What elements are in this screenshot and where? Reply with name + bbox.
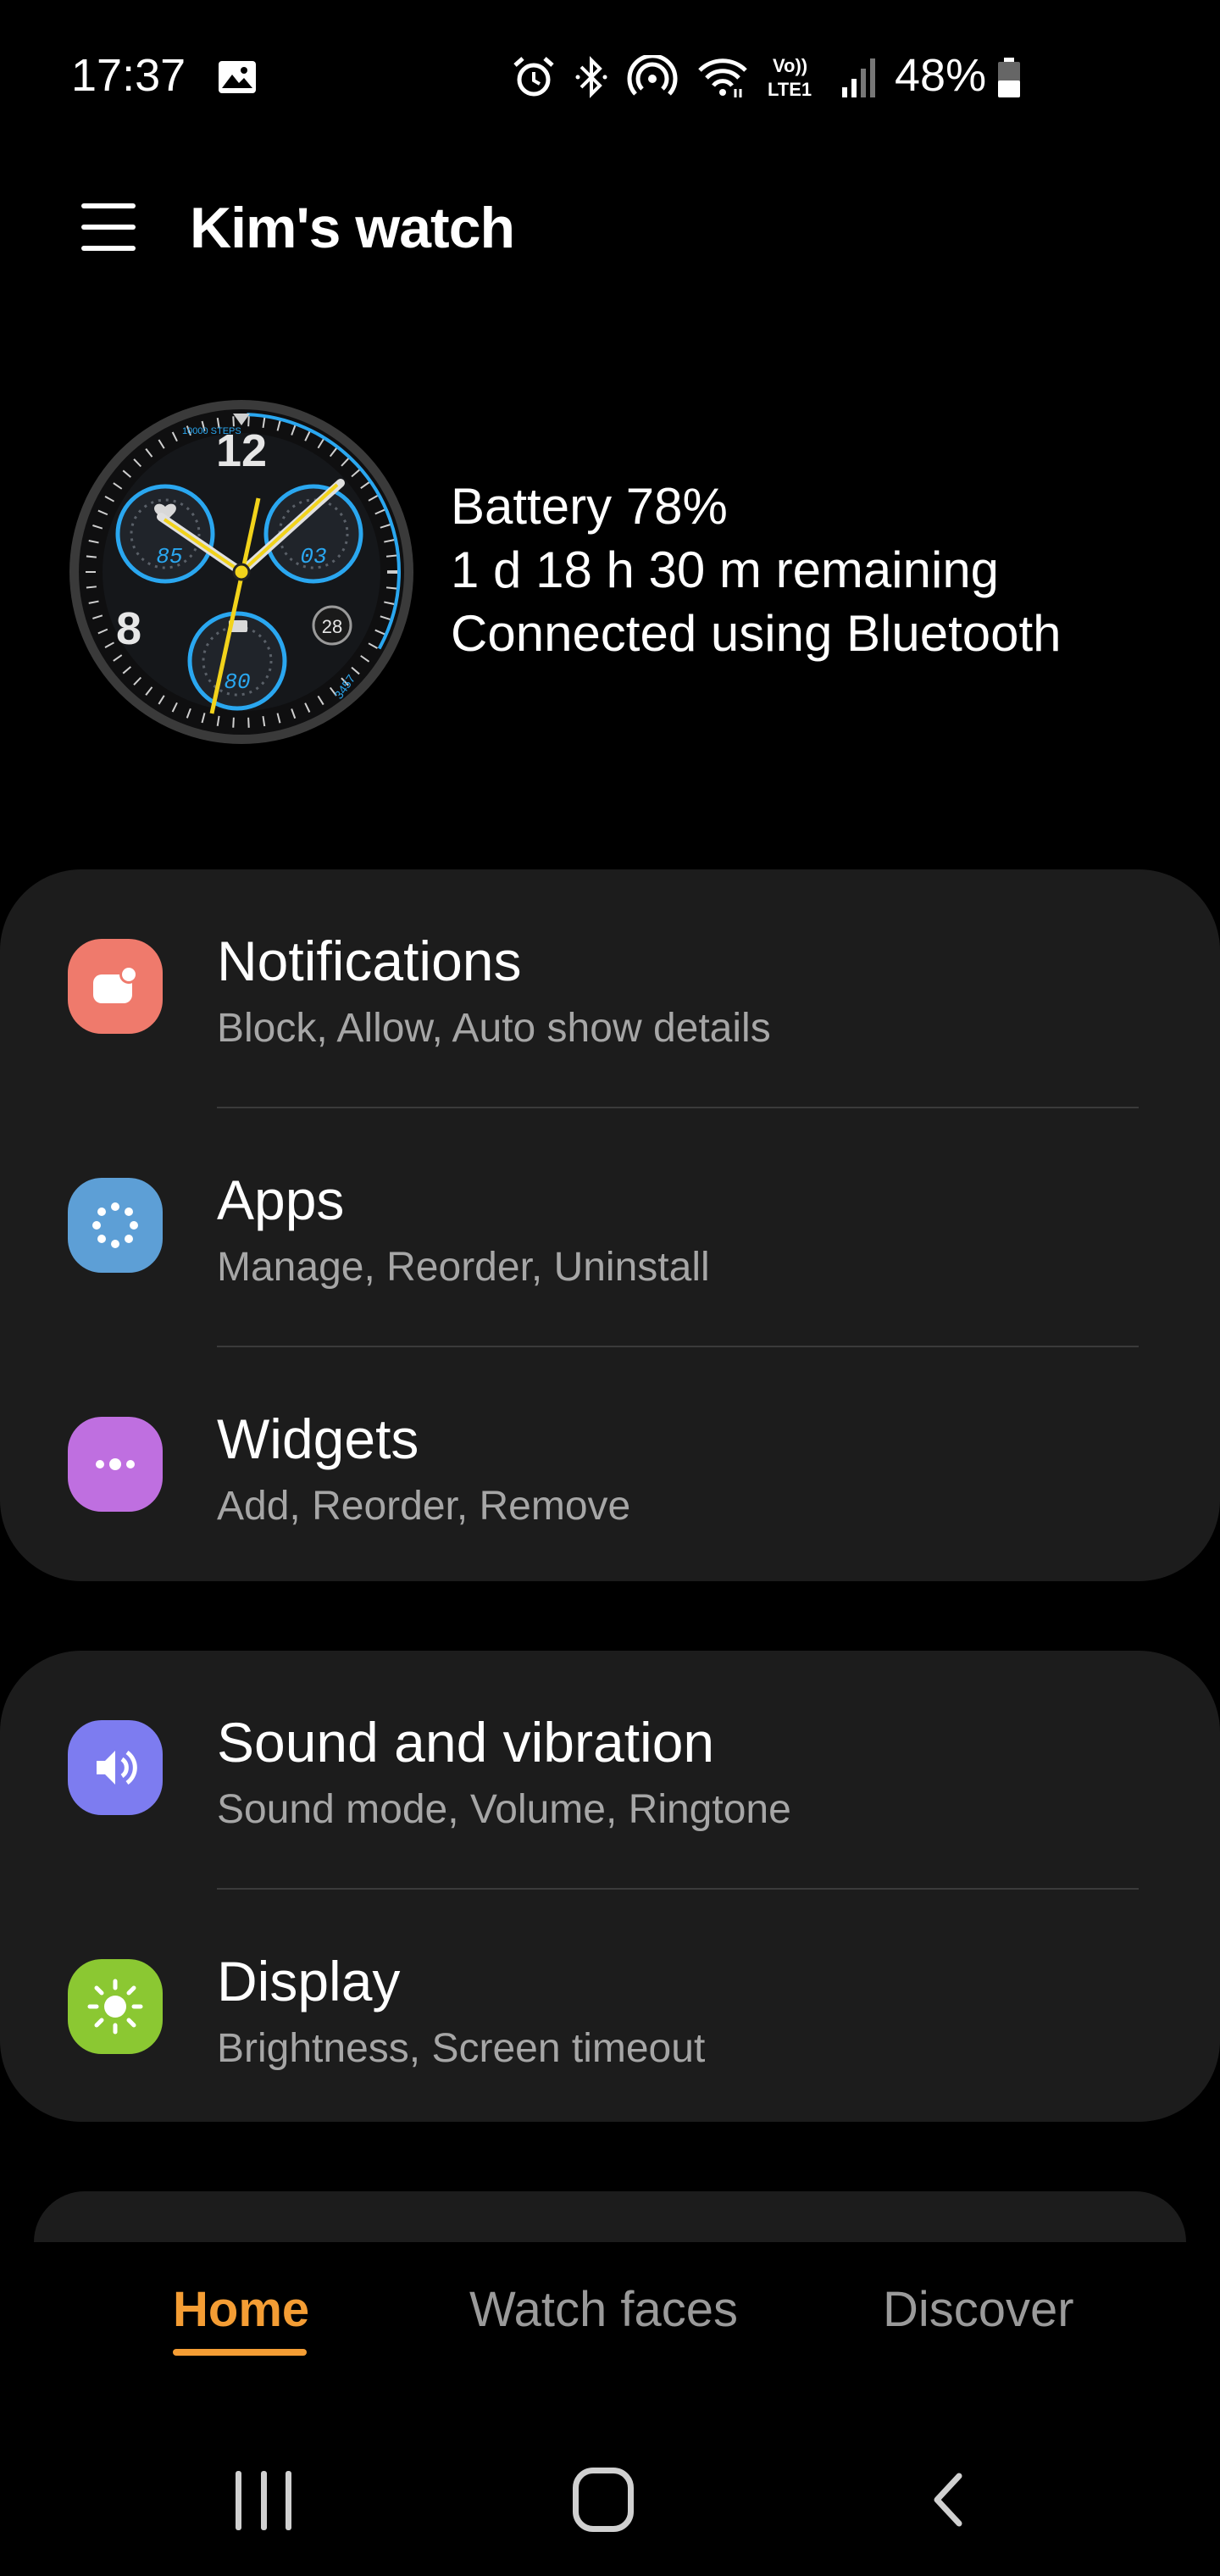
- notifications-title: Notifications: [217, 930, 522, 992]
- hamburger-menu-icon[interactable]: [76, 195, 141, 259]
- page-title: Kim's watch: [190, 196, 515, 260]
- apps-icon: [68, 1178, 163, 1273]
- sound-row[interactable]: Sound and vibration Sound mode, Volume, …: [0, 1651, 1220, 1890]
- display-icon: [68, 1959, 163, 2054]
- battery-icon: [998, 58, 1020, 97]
- battery-percent: 48%: [895, 50, 987, 101]
- wifi-icon: [698, 58, 747, 97]
- sound-icon: [68, 1720, 163, 1815]
- tab-discover[interactable]: Discover: [883, 2281, 1074, 2338]
- svg-text:Vo)): Vo)): [773, 55, 807, 76]
- watch-subdial-bottom: 80: [187, 611, 287, 711]
- status-bar: 17:37 Vo)) LTE1 48%: [0, 0, 1220, 153]
- bluetooth-icon: [575, 56, 607, 98]
- tab-watch-faces[interactable]: Watch faces: [469, 2281, 738, 2338]
- notifications-row[interactable]: Notifications Block, Allow, Auto show de…: [0, 869, 1220, 1108]
- signal-icon: [842, 58, 875, 97]
- back-icon[interactable]: [923, 2469, 974, 2530]
- display-subtitle: Brightness, Screen timeout: [217, 2026, 706, 2071]
- settings-group-3: [34, 2191, 1186, 2242]
- notifications-subtitle: Block, Allow, Auto show details: [217, 1006, 771, 1051]
- display-title: Display: [217, 1950, 401, 2012]
- status-icons: Vo)) LTE1: [512, 47, 878, 107]
- apps-subtitle: Manage, Reorder, Uninstall: [217, 1245, 710, 1290]
- settings-group-1: Notifications Block, Allow, Auto show de…: [0, 869, 1220, 1581]
- tab-home-indicator: [173, 2349, 307, 2356]
- hotspot-icon: [627, 55, 678, 96]
- watch-subdial-left: 85: [115, 484, 215, 584]
- apps-title: Apps: [217, 1169, 345, 1231]
- display-row[interactable]: Display Brightness, Screen timeout: [0, 1890, 1220, 2122]
- widgets-subtitle: Add, Reorder, Remove: [217, 1484, 631, 1529]
- notifications-icon: [68, 939, 163, 1034]
- alarm-icon: [513, 57, 554, 97]
- svg-text:LTE1: LTE1: [768, 79, 812, 100]
- tab-home[interactable]: Home: [173, 2281, 309, 2338]
- home-icon[interactable]: [573, 2468, 634, 2532]
- widgets-icon: [68, 1417, 163, 1512]
- watch-face-preview[interactable]: 12 8 10000 STEPS 85 03 80 28 3457: [68, 398, 415, 746]
- svg-text:80: 80: [224, 669, 250, 695]
- svg-text:03: 03: [300, 544, 326, 569]
- apps-row[interactable]: Apps Manage, Reorder, Uninstall: [0, 1108, 1220, 1347]
- widgets-title: Widgets: [217, 1407, 419, 1470]
- sound-subtitle: Sound mode, Volume, Ringtone: [217, 1787, 791, 1832]
- watch-status: Battery 78% 1 d 18 h 30 m remaining Conn…: [451, 475, 1062, 665]
- watch-date: 28: [322, 616, 342, 637]
- recents-icon[interactable]: [236, 2471, 291, 2530]
- svg-text:85: 85: [156, 544, 182, 569]
- system-nav-bar: [0, 2440, 1220, 2576]
- bottom-tabs: Home Watch faces Discover: [0, 2271, 1220, 2373]
- watch-remaining: 1 d 18 h 30 m remaining: [451, 541, 1000, 598]
- watch-numeral-8: 8: [116, 603, 141, 654]
- app-header: Kim's watch: [0, 169, 1220, 280]
- volte-icon: Vo)) LTE1: [768, 55, 812, 100]
- sound-title: Sound and vibration: [217, 1711, 715, 1774]
- widgets-row[interactable]: Widgets Add, Reorder, Remove: [0, 1347, 1220, 1581]
- settings-group-2: Sound and vibration Sound mode, Volume, …: [0, 1651, 1220, 2122]
- status-time: 17:37: [71, 50, 186, 101]
- watch-steps-label: 10000 STEPS: [182, 426, 241, 436]
- watch-battery: Battery 78%: [451, 478, 728, 535]
- gallery-icon: [219, 61, 256, 93]
- galaxy-wearable-home: 17:37 Vo)) LTE1 48% Kim's watch 12 8 100…: [0, 0, 1220, 2576]
- watch-connection: Connected using Bluetooth: [451, 605, 1062, 662]
